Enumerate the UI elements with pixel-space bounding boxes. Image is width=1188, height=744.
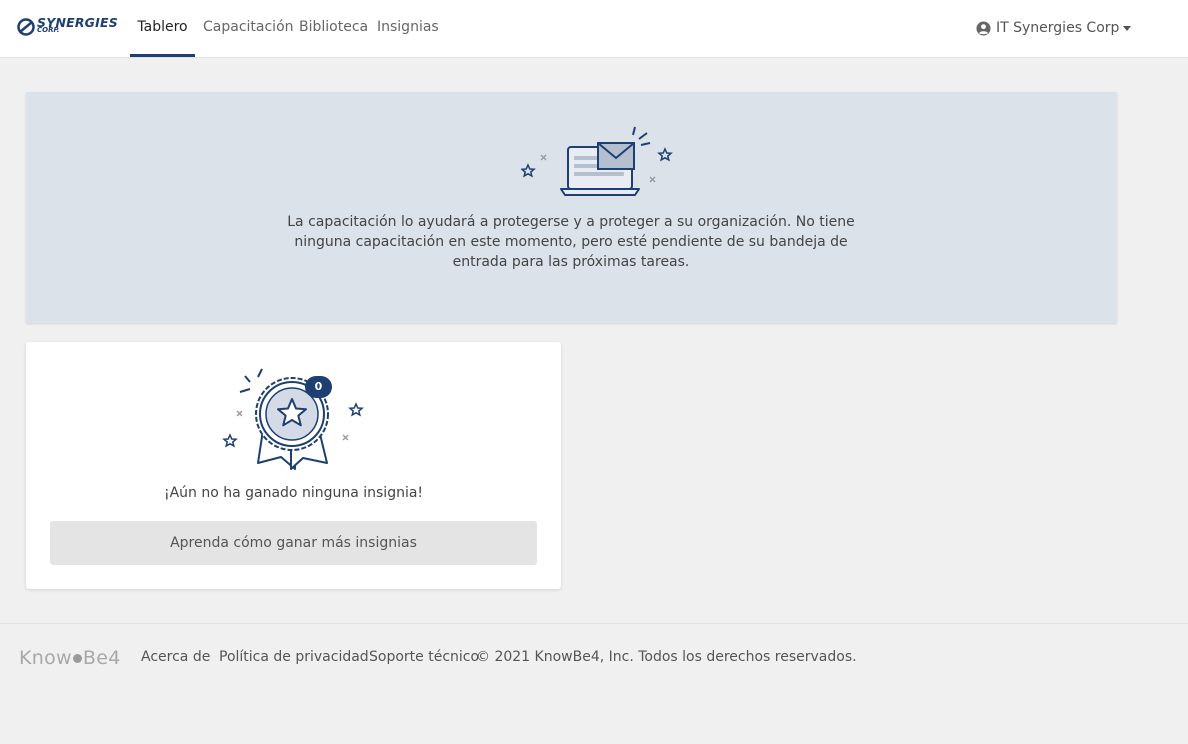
knowbe4-dot-icon: [72, 653, 82, 663]
synergies-logo-icon: [17, 18, 35, 36]
badge-count-pill: 0: [305, 376, 332, 398]
badge-ribbon-icon: [222, 368, 364, 470]
tab-capacitacion[interactable]: Capacitación: [203, 0, 294, 57]
user-menu-label: IT Synergies Corp: [996, 20, 1120, 36]
caret-down-icon: [1123, 26, 1132, 31]
knowbe4-logo: Know Be4: [19, 647, 121, 669]
badges-empty-message: ¡Aún no ha ganado ninguna insignia!: [163, 485, 424, 501]
training-empty-banner: La capacitación lo ayudará a protegerse …: [26, 92, 1117, 323]
footer-copyright: © 2021 KnowBe4, Inc. Todos los derechos …: [476, 649, 857, 665]
badges-card: 0 ¡Aún no ha ganado ninguna insignia! Ap…: [26, 342, 561, 589]
user-menu[interactable]: IT Synergies Corp: [976, 18, 1132, 38]
footer-link-support[interactable]: Soporte técnico: [369, 649, 479, 665]
footer-divider: [0, 623, 1188, 624]
footer-link-privacy[interactable]: Política de privacidad: [219, 649, 369, 665]
tab-biblioteca[interactable]: Biblioteca: [299, 0, 368, 57]
learn-more-badges-button[interactable]: Aprenda cómo ganar más insignias: [50, 521, 537, 565]
logo-subtext: CORP.: [37, 26, 60, 34]
footer-link-about[interactable]: Acerca de: [141, 649, 210, 665]
knowbe4-logo-right: Be4: [82, 647, 121, 669]
knowbe4-logo-left: Know: [19, 647, 72, 669]
synergies-logo[interactable]: SYNERGIES CORP.: [16, 15, 118, 39]
tab-tablero[interactable]: Tablero: [130, 0, 195, 57]
training-empty-message: La capacitación lo ayudará a protegerse …: [287, 214, 855, 270]
user-circle-icon: [976, 20, 991, 36]
top-navbar: SYNERGIES CORP. Tablero Capacitación Bib…: [0, 0, 1188, 58]
tab-insignias[interactable]: Insignias: [377, 0, 439, 57]
laptop-envelope-icon: [521, 126, 673, 196]
